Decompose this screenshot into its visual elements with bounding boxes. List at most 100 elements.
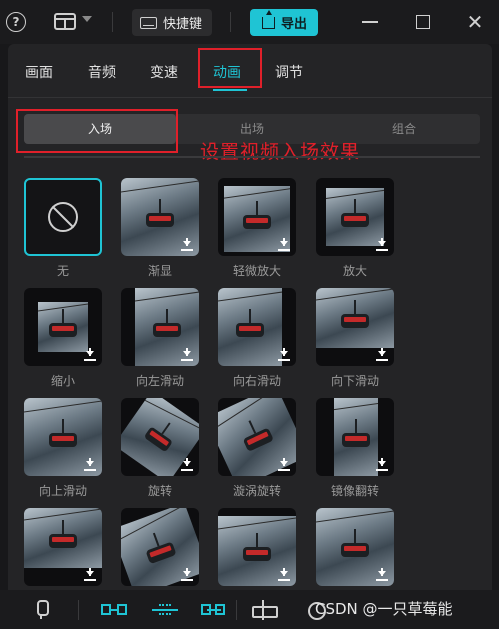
divider	[78, 600, 79, 620]
split-icon[interactable]	[250, 600, 278, 620]
divider	[230, 12, 231, 32]
download-icon-base	[84, 579, 96, 581]
effect-preview-image	[316, 288, 394, 348]
gondola-image	[242, 427, 274, 452]
gondola-image	[341, 300, 369, 328]
shortcut-button[interactable]: 快捷键	[132, 9, 212, 36]
tab-audio[interactable]: 音频	[88, 62, 116, 82]
download-icon-base	[84, 359, 96, 361]
gondola-image	[243, 533, 271, 561]
effect-label: 向左滑动	[135, 374, 184, 388]
divider	[112, 12, 113, 32]
bracket-right	[117, 604, 127, 615]
divider	[24, 156, 480, 158]
effect-label: 缩小	[50, 374, 75, 388]
effect-preview-image	[24, 508, 102, 568]
effect-label: 向上滑动	[38, 484, 87, 498]
export-label: 导出	[281, 17, 308, 32]
effect-label: 向下滑动	[330, 374, 379, 388]
gondola-image	[49, 419, 77, 447]
gondola-image	[341, 529, 369, 557]
effect-tile[interactable]	[218, 178, 296, 256]
minimize-icon[interactable]	[362, 21, 378, 23]
effect-tile[interactable]	[218, 288, 296, 366]
annotation-text: 设置视频入场效果	[200, 141, 361, 163]
gondola-image	[341, 199, 369, 227]
gondola-image	[49, 520, 77, 548]
effect-tile[interactable]	[316, 398, 394, 476]
effect-preview-image	[38, 302, 88, 352]
tab-highlight-box	[198, 48, 262, 88]
effect-tile[interactable]	[218, 508, 296, 586]
chevron-down-icon[interactable]	[82, 16, 92, 22]
effect-label: 渐显	[147, 264, 172, 278]
effect-label: 镜像翻转	[330, 484, 379, 498]
effect-label: 轻微放大	[232, 264, 281, 278]
effect-tile[interactable]	[121, 398, 199, 476]
help-icon[interactable]: ?	[6, 12, 26, 32]
effect-tile[interactable]	[316, 178, 394, 256]
maximize-icon[interactable]	[416, 15, 430, 29]
preview-axis-icon[interactable]	[152, 600, 178, 620]
bottom-toolbar: CSDN @一只草莓能	[0, 590, 499, 629]
gondola-image	[153, 309, 181, 337]
gondola-image	[143, 426, 174, 453]
effect-tile[interactable]	[24, 508, 102, 586]
subtab-highlight-box	[16, 109, 178, 153]
tab-speed[interactable]: 变速	[150, 62, 178, 82]
effect-tile[interactable]	[121, 178, 199, 256]
active-tab-underline	[213, 89, 247, 91]
effect-label: 漩涡旋转	[232, 484, 281, 498]
effect-preview-image	[334, 398, 378, 476]
effect-tile[interactable]	[24, 288, 102, 366]
gondola-image	[236, 309, 264, 337]
bracket-right	[215, 604, 225, 615]
shortcut-label: 快捷键	[163, 17, 203, 32]
effect-tile[interactable]	[121, 508, 199, 586]
gondola-image	[243, 201, 271, 229]
gondola-image	[146, 199, 174, 227]
link-main-track-icon[interactable]	[101, 600, 127, 620]
effect-tile[interactable]	[121, 288, 199, 366]
effect-tile[interactable]	[24, 398, 102, 476]
frame-box	[159, 604, 171, 615]
effect-tile[interactable]	[218, 398, 296, 476]
download-icon-base	[181, 249, 193, 251]
tab-canvas[interactable]: 画面	[25, 62, 53, 82]
top-toolbar: ? 快捷键 导出 ✕	[0, 0, 499, 44]
download-icon-base	[278, 579, 290, 581]
download-icon-base	[84, 469, 96, 471]
link-audio-icon[interactable]	[201, 600, 227, 620]
none-icon	[48, 202, 78, 232]
keyboard-icon	[140, 16, 157, 29]
effect-preview-image	[218, 288, 282, 366]
gondola-image	[342, 419, 370, 447]
microphone-icon[interactable]	[35, 600, 49, 620]
close-icon[interactable]: ✕	[465, 12, 485, 32]
layout-icon[interactable]	[54, 13, 76, 30]
main-tabs: 画面 音频 变速 动画 调节	[8, 44, 492, 98]
download-icon-base	[376, 469, 388, 471]
download-icon-base	[278, 359, 290, 361]
effect-label: 旋转	[147, 484, 172, 498]
effect-tile[interactable]	[24, 178, 102, 256]
download-icon-base	[376, 579, 388, 581]
divider	[236, 600, 237, 620]
animation-panel: 画面 音频 变速 动画 调节 入场 出场 组合 设置视频入场效果 无渐显 轻微放大…	[8, 44, 492, 590]
download-icon-base	[181, 469, 193, 471]
tab-adjust[interactable]: 调节	[275, 62, 303, 82]
gondola-image	[145, 541, 177, 565]
upload-icon	[262, 9, 275, 29]
export-button[interactable]: 导出	[250, 9, 318, 36]
download-icon-base	[278, 469, 290, 471]
effect-tile[interactable]	[316, 508, 394, 586]
gondola-image	[49, 309, 77, 337]
download-icon-base	[278, 249, 290, 251]
effect-label: 向右滑动	[232, 374, 281, 388]
watermark-text: CSDN @一只草莓能	[315, 600, 453, 618]
download-icon-base	[181, 359, 193, 361]
download-icon-base	[376, 359, 388, 361]
effect-tile[interactable]	[316, 288, 394, 366]
effect-label: 放大	[342, 264, 367, 278]
effect-label: 无	[56, 264, 69, 278]
